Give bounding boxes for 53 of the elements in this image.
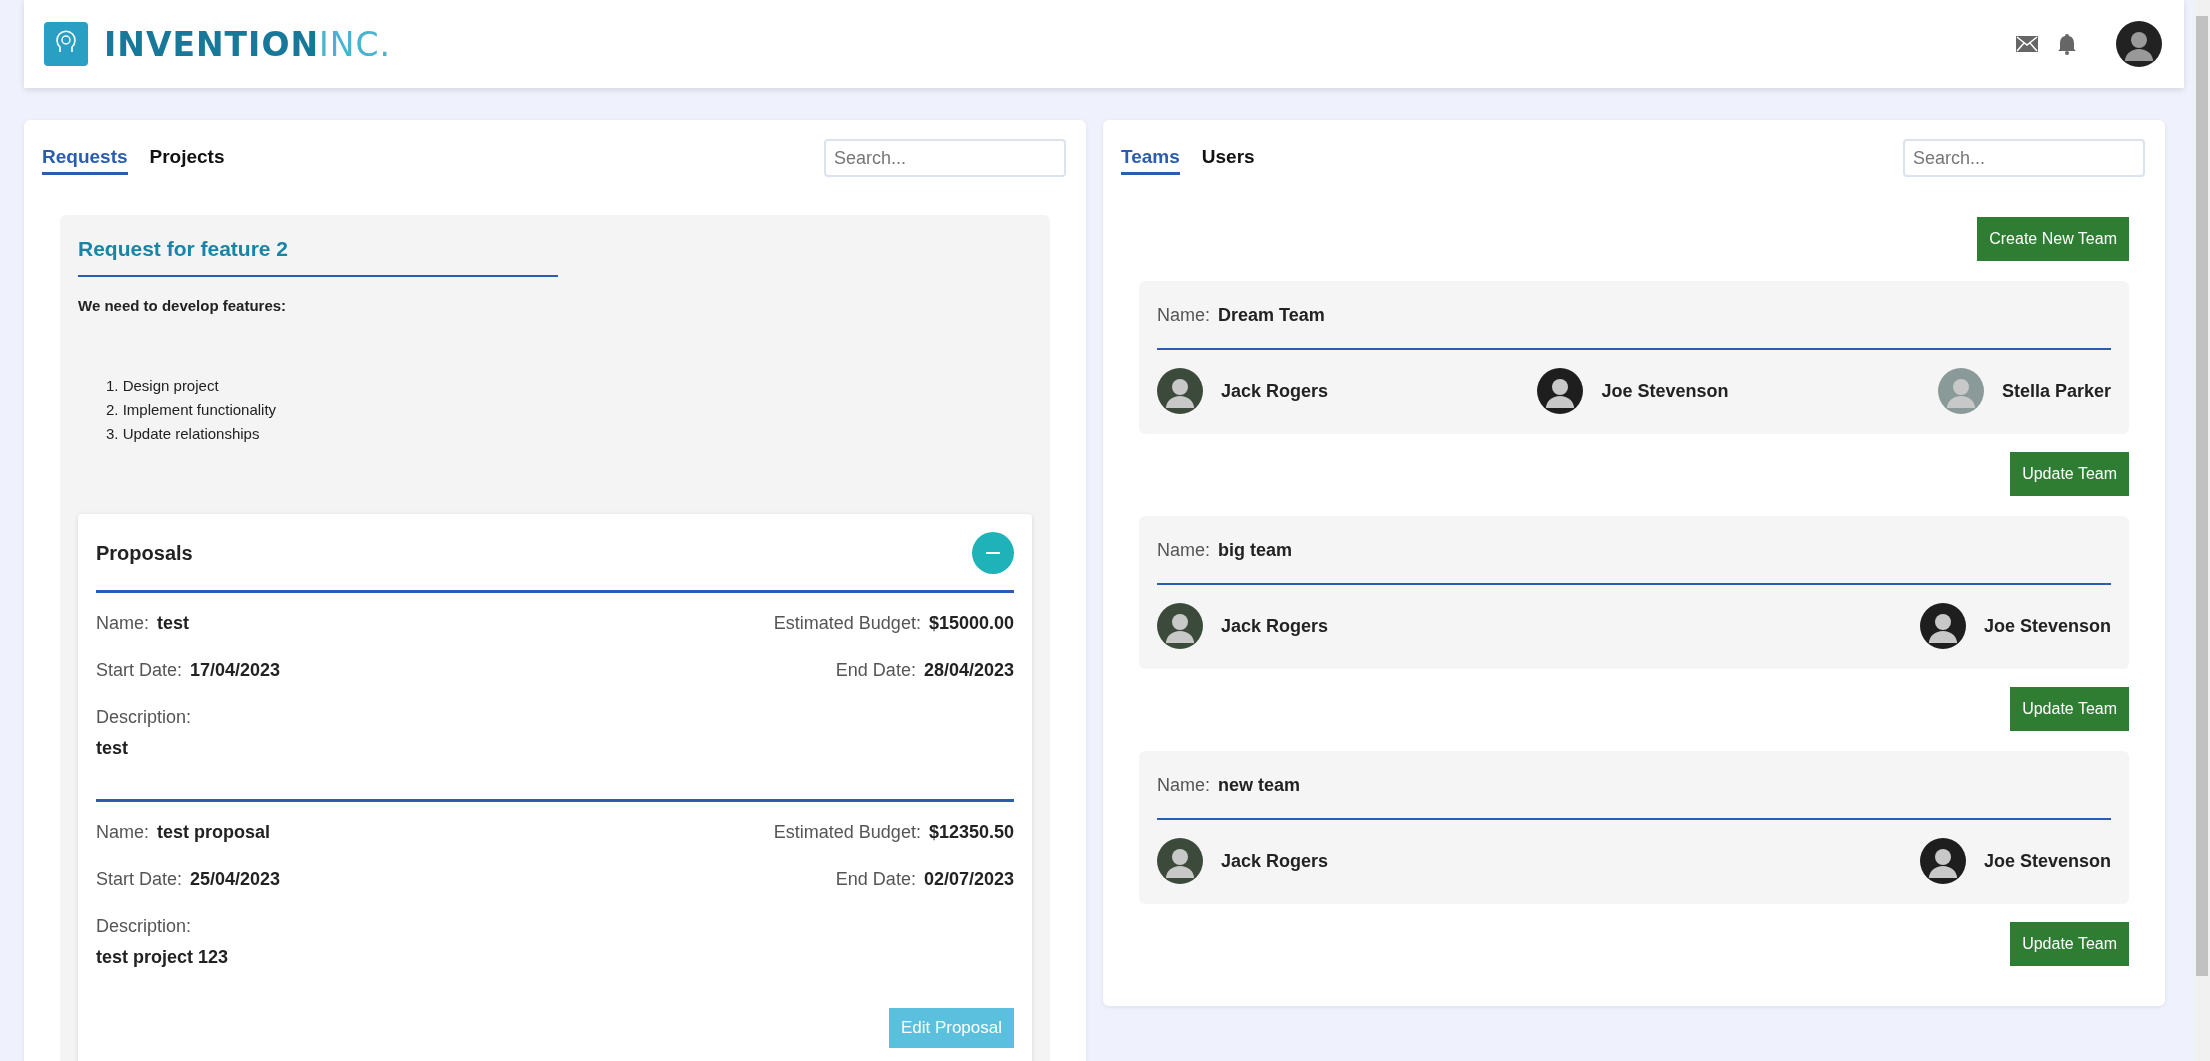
tab[interactable]: Requests — [42, 141, 128, 175]
minus-icon — [986, 552, 1000, 554]
step-item: 1. Design project — [106, 376, 219, 396]
update-team-button[interactable]: Update Team — [2010, 452, 2129, 496]
member-name: Stella Parker — [2001, 380, 2111, 402]
description-text: test — [96, 738, 129, 759]
search-field[interactable]: Search... — [824, 139, 1066, 177]
scrollbar[interactable] — [2194, 0, 2210, 1061]
proposal-name: Name: test — [96, 613, 190, 634]
member-name: Joe Stevenson — [1983, 615, 2111, 637]
proposal-budget: Estimated Budget: $15000.00 — [773, 613, 1014, 634]
description-text: test project 123 — [96, 947, 230, 968]
description-label: Description: — [96, 916, 193, 937]
logo-icon — [44, 22, 88, 66]
avatar-icon — [1157, 368, 1203, 414]
avatar-icon — [1937, 368, 1984, 414]
collapse-button[interactable] — [972, 532, 1014, 574]
mail-icon[interactable] — [2016, 36, 2038, 52]
proposal-start-date: Start Date: 25/04/2023 — [96, 869, 281, 890]
avatar-icon — [1919, 838, 1966, 884]
team-name: Name: Dream Team — [1157, 305, 2111, 350]
member-name: Jack Rogers — [1221, 850, 1329, 872]
member-name: Joe Stevenson — [1983, 850, 2111, 872]
proposal-name: Name: test proposal — [96, 822, 271, 843]
member-name: Jack Rogers — [1221, 380, 1329, 402]
tab[interactable]: Users — [1201, 141, 1255, 175]
proposal-end-date: End Date: 02/07/2023 — [835, 869, 1014, 890]
bell-icon[interactable] — [2058, 33, 2076, 55]
avatar-icon — [1537, 368, 1584, 414]
create-team-button[interactable]: Create New Team — [1977, 217, 2129, 261]
request-title: Request for feature 2 — [78, 237, 558, 277]
step-item: 2. Implement functionality — [106, 400, 277, 420]
update-team-button[interactable]: Update Team — [2010, 687, 2129, 731]
proposal-budget: Estimated Budget: $12350.50 — [773, 822, 1014, 843]
team-name: Name: new team — [1157, 775, 2111, 820]
tab[interactable]: Projects — [149, 141, 225, 175]
proposals-title: Proposals — [96, 541, 193, 565]
logo-text: INVENTION INC. — [104, 24, 391, 64]
member-name: Jack Rogers — [1221, 615, 1329, 637]
search-field[interactable]: Search... — [1903, 139, 2145, 177]
tab[interactable]: Teams — [1121, 141, 1180, 175]
team-name: Name: big team — [1157, 540, 2111, 585]
avatar-icon — [1157, 838, 1203, 884]
avatar-icon — [1157, 603, 1203, 649]
avatar-icon — [1919, 603, 1966, 649]
step-item: 3. Update relationships — [106, 424, 260, 444]
request-intro: We need to develop features: — [78, 297, 288, 314]
description-label: Description: — [96, 707, 193, 728]
proposal-start-date: Start Date: 17/04/2023 — [96, 660, 281, 681]
user-avatar[interactable] — [2116, 21, 2162, 67]
update-team-button[interactable]: Update Team — [2010, 922, 2129, 966]
proposal-end-date: End Date: 28/04/2023 — [835, 660, 1014, 681]
member-name: Joe Stevenson — [1601, 380, 1729, 402]
